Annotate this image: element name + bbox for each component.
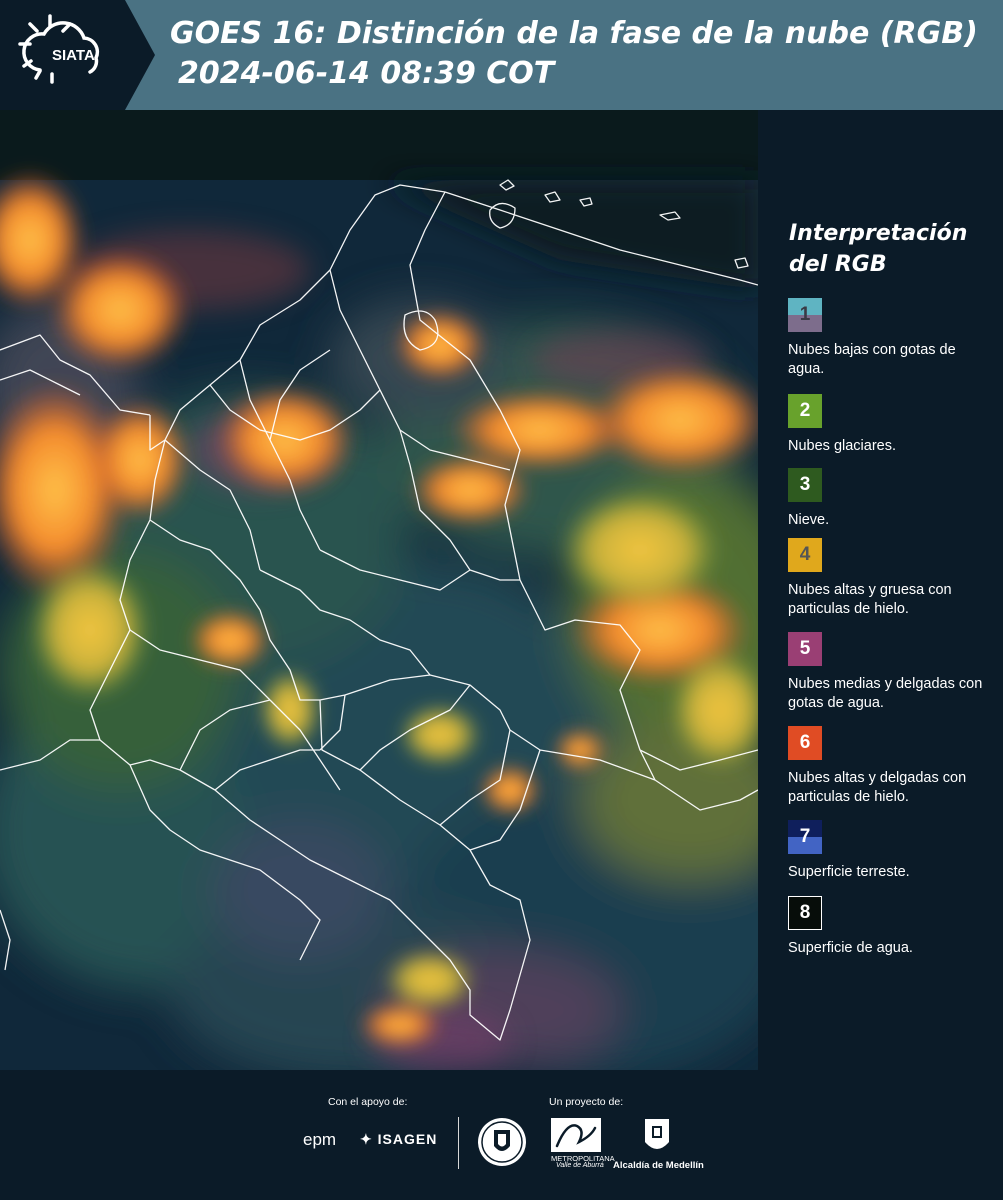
alcaldia-shield-icon xyxy=(645,1119,669,1149)
legend-label-5: Nubes medias y delgadas con gotas de agu… xyxy=(788,676,983,711)
satellite-map xyxy=(0,110,758,1070)
legend-number-2: 2 xyxy=(799,400,811,421)
legend-label-4: Nubes altas y gruesa con particulas de h… xyxy=(788,582,952,617)
footer: Con el apoyo de: Un proyecto de: epm ✦ I… xyxy=(0,1070,1003,1200)
project-label: Un proyecto de: xyxy=(549,1096,624,1108)
legend-number-6: 6 xyxy=(799,732,811,753)
page-timestamp: 2024-06-14 08:39 COT xyxy=(178,56,555,91)
legend-number-1: 1 xyxy=(799,304,811,325)
isagen-logo-text: ISAGEN xyxy=(377,1131,438,1147)
legend-swatch-3: 3 xyxy=(788,468,822,502)
legend-number-4: 4 xyxy=(799,544,811,565)
legend-label-2: Nubes glaciares. xyxy=(788,438,896,454)
alcaldia-text: Alcaldía de Medellín xyxy=(613,1160,704,1171)
siata-logo-text: SIATA xyxy=(52,47,95,64)
legend-item-6: 6 Nubes altas y delgadas con particulas … xyxy=(788,726,993,807)
siata-logo: SIATA xyxy=(0,0,155,110)
legend-number-3: 3 xyxy=(799,474,811,495)
epm-logo: epm xyxy=(303,1130,337,1149)
area-metropolitana-subtext: Valle de Aburrá xyxy=(556,1162,604,1169)
legend-swatch-2: 2 xyxy=(788,394,822,428)
legend-item-5: 5 Nubes medias y delgadas con gotas de a… xyxy=(788,632,993,713)
legend-number-7: 7 xyxy=(799,826,811,847)
legend-item-8: 8 Superficie de agua. xyxy=(788,896,993,958)
legend-item-7: 7 Superficie terreste. xyxy=(788,820,993,882)
legend-number-8: 8 xyxy=(799,902,811,923)
legend-item-3: 3 Nieve. xyxy=(788,468,993,530)
footer-divider xyxy=(458,1117,459,1169)
isagen-icon: ✦ xyxy=(360,1131,373,1147)
legend-number-5: 5 xyxy=(799,638,811,659)
legend-swatch-5: 5 xyxy=(788,632,822,666)
legend-label-3: Nieve. xyxy=(788,512,830,528)
legend-panel: Interpretación del RGB 1 Nubes bajas con… xyxy=(758,110,1003,1070)
header-bar: SIATA GOES 16: Distinción de la fase de … xyxy=(0,0,1003,110)
legend-label-8: Superficie de agua. xyxy=(788,940,913,956)
legend-item-1: 1 Nubes bajas con gotas de agua. xyxy=(788,298,993,379)
legend-swatch-6: 6 xyxy=(788,726,822,760)
support-label: Con el apoyo de: xyxy=(328,1096,408,1108)
legend-item-4: 4 Nubes altas y gruesa con particulas de… xyxy=(788,538,993,619)
legend-label-6: Nubes altas y delgadas con particulas de… xyxy=(788,770,967,805)
page-title: GOES 16: Distinción de la fase de la nub… xyxy=(170,16,978,51)
legend-label-7: Superficie terreste. xyxy=(788,864,910,880)
legend-swatch-4: 4 xyxy=(788,538,822,572)
legend-swatch-1: 1 xyxy=(788,298,822,332)
university-seal-icon xyxy=(478,1118,526,1166)
legend-item-2: 2 Nubes glaciares. xyxy=(788,394,993,456)
legend-label-1: Nubes bajas con gotas de agua. xyxy=(788,342,956,377)
legend-swatch-8: 8 xyxy=(788,896,822,930)
legend-title: Interpretación del RGB xyxy=(789,221,968,277)
legend-swatch-7: 7 xyxy=(788,820,822,854)
isagen-logo: ✦ ISAGEN xyxy=(360,1131,437,1148)
area-metropolitana-logo xyxy=(551,1118,601,1152)
